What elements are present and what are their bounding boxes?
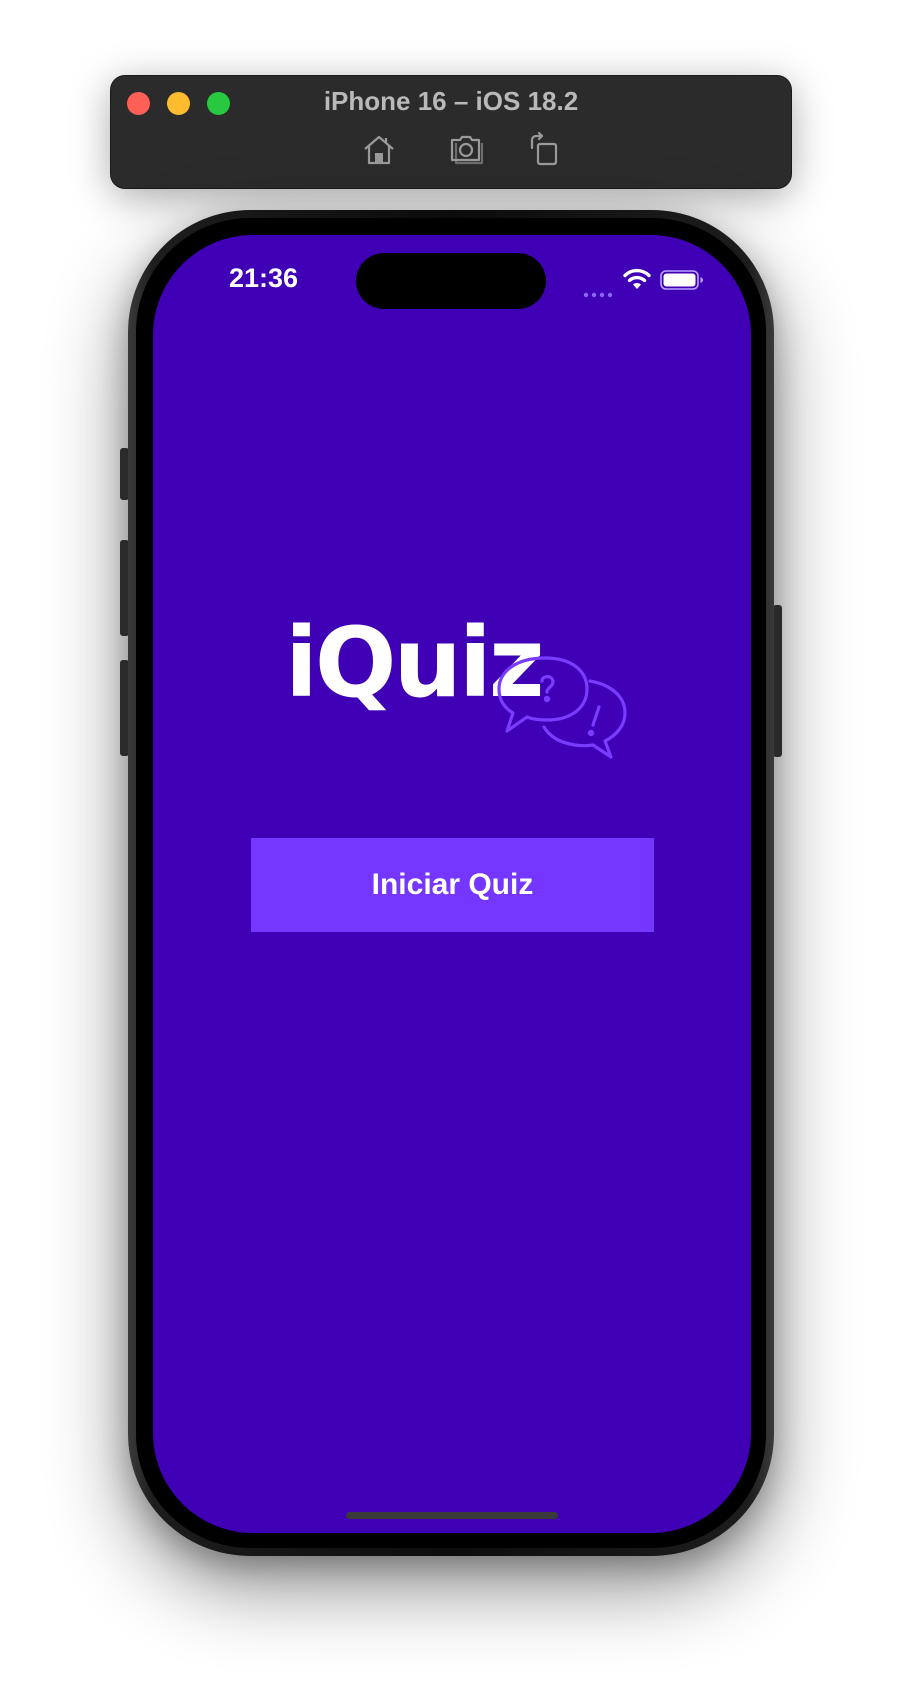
battery-icon	[660, 270, 704, 290]
power-button	[773, 605, 782, 757]
app-logo: iQuiz	[277, 615, 627, 785]
home-icon[interactable]	[361, 132, 397, 168]
dynamic-island	[356, 253, 546, 309]
speech-bubbles-question-exclamation-icon	[487, 655, 627, 775]
start-quiz-button[interactable]: Iniciar Quiz	[251, 838, 654, 932]
status-time: 21:36	[229, 263, 299, 293]
home-indicator	[346, 1512, 558, 1519]
cellular-signal-icon	[583, 285, 613, 298]
rotate-icon[interactable]	[526, 131, 562, 168]
simulator-title: iPhone 16 – iOS 18.2	[323, 86, 579, 116]
app-screen: 21:36 iQuiz Iniciar Quiz	[153, 235, 751, 1533]
screenshot-icon[interactable]	[449, 132, 485, 168]
simulator-toolbar: iPhone 16 – iOS 18.2	[111, 76, 791, 188]
wifi-icon	[622, 267, 652, 291]
